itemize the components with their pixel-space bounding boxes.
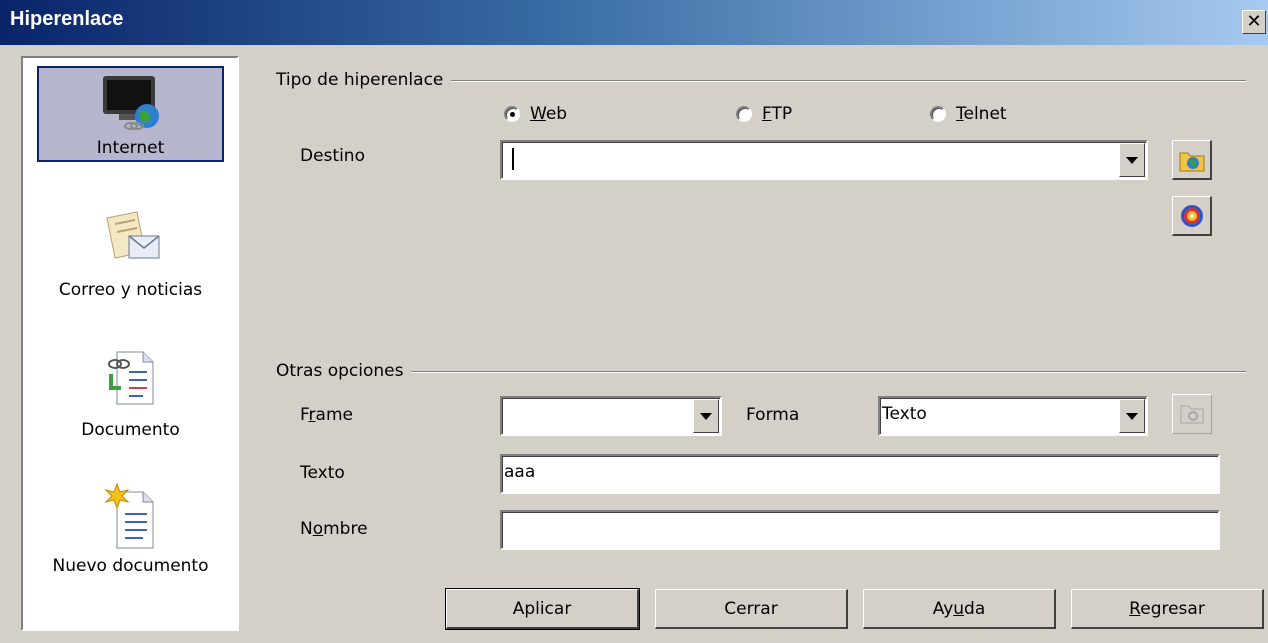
sidebar-item-new-document[interactable]: Nuevo documento	[37, 482, 224, 592]
sidebar-item-label: Documento	[81, 420, 180, 440]
sidebar-item-label: Correo y noticias	[58, 280, 203, 300]
section-title-hyperlink-type: Tipo de hiperenlace	[276, 70, 452, 90]
folder-globe-icon	[1179, 152, 1204, 171]
target-dropdown-button[interactable]	[1119, 143, 1145, 177]
frame-dropdown-button[interactable]	[693, 399, 719, 433]
internet-globe-icon	[102, 76, 159, 130]
sidebar-item-internet[interactable]: Internet	[37, 66, 224, 162]
mail-icon	[105, 211, 159, 259]
name-label: Nombre	[300, 519, 368, 539]
back-button-label: Regresar	[1129, 598, 1205, 619]
section-title-other-options: Otras opciones	[276, 361, 412, 381]
text-value: aaa	[504, 462, 536, 482]
radio-ftp[interactable]: FTP	[736, 104, 792, 124]
help-button[interactable]: Ayuda	[863, 589, 1056, 629]
macro-events-icon	[1180, 405, 1204, 424]
target-label: Destino	[300, 146, 365, 166]
window-title: Hiperenlace	[10, 8, 124, 30]
radio-label: Telnet	[956, 104, 1007, 124]
category-sidebar: Internet Correo y noticias Documento Nue…	[21, 56, 239, 631]
text-field[interactable]: aaa	[500, 454, 1220, 494]
close-icon: ✕	[1246, 11, 1262, 32]
frame-combobox[interactable]	[500, 396, 722, 436]
close-dialog-button[interactable]: Cerrar	[655, 589, 848, 629]
help-button-label: Ayuda	[932, 598, 986, 619]
sidebar-item-document[interactable]: Documento	[37, 346, 224, 446]
close-button[interactable]: ✕	[1242, 10, 1266, 34]
name-field[interactable]	[500, 510, 1220, 550]
text-caret	[512, 148, 514, 170]
radio-telnet[interactable]: Telnet	[930, 104, 1007, 124]
section-divider	[276, 371, 1246, 373]
events-button[interactable]	[1172, 394, 1212, 434]
target-icon	[1180, 204, 1203, 227]
frame-label: Frame	[300, 405, 353, 425]
sidebar-item-mail[interactable]: Correo y noticias	[37, 204, 224, 304]
form-value: Texto	[882, 404, 927, 424]
sidebar-item-label: Internet	[96, 138, 165, 158]
text-label: Texto	[300, 463, 345, 483]
radio-circle	[504, 106, 520, 122]
form-label: Forma	[746, 405, 800, 425]
document-link-icon	[107, 351, 153, 405]
new-document-icon	[103, 482, 153, 549]
target-combobox[interactable]	[500, 140, 1148, 180]
target-in-document-button[interactable]	[1172, 196, 1212, 236]
close-button-label: Cerrar	[724, 598, 778, 619]
form-dropdown-button[interactable]	[1119, 399, 1145, 433]
form-combobox[interactable]: Texto	[878, 396, 1148, 436]
radio-label: Web	[530, 104, 568, 124]
apply-button-label: Aplicar	[512, 598, 572, 619]
radio-circle	[736, 106, 752, 122]
sidebar-item-label: Nuevo documento	[52, 556, 209, 576]
radio-web[interactable]: Web	[504, 104, 567, 124]
open-file-button[interactable]	[1172, 140, 1212, 180]
title-bar: Hiperenlace ✕	[0, 0, 1268, 46]
radio-circle	[930, 106, 946, 122]
apply-button[interactable]: Aplicar	[445, 588, 640, 630]
back-button[interactable]: Regresar	[1071, 589, 1264, 629]
radio-label: FTP	[762, 104, 793, 124]
